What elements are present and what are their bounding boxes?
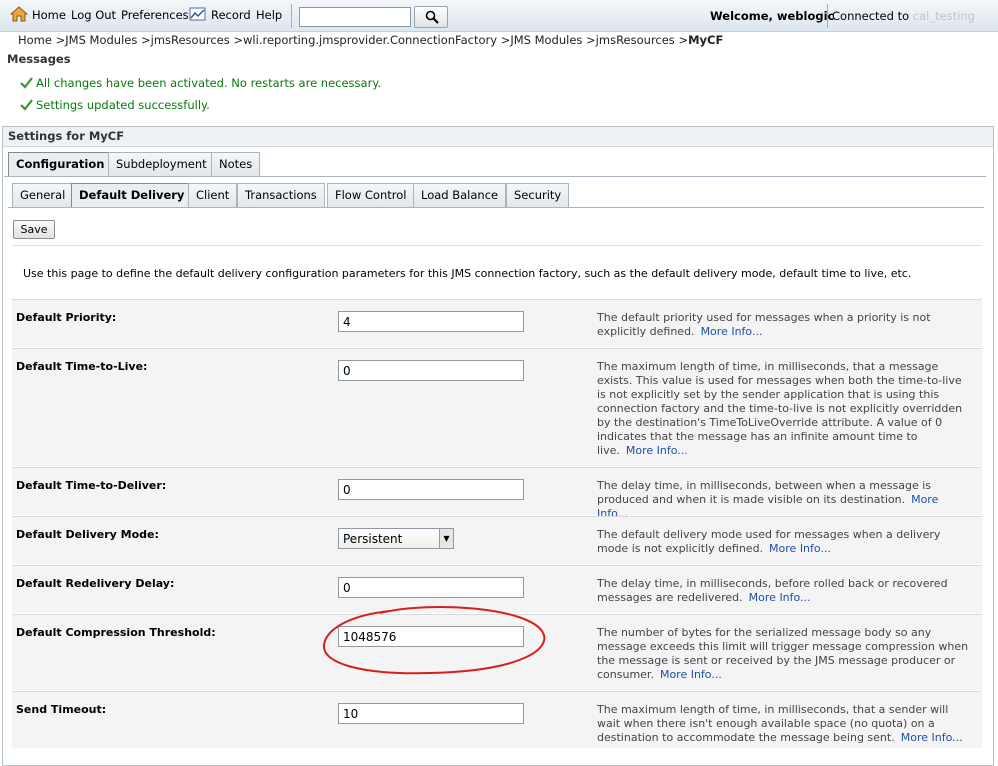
help-link[interactable]: Help	[256, 8, 282, 22]
tab-flow-control[interactable]: Flow Control	[327, 183, 415, 207]
field-help: The delay time, in milliseconds, between…	[597, 479, 972, 521]
record-icon[interactable]	[189, 6, 207, 22]
page-description: Use this page to define the default deli…	[23, 267, 912, 280]
message-text: Settings updated successfully.	[36, 98, 210, 112]
welcome-text: Welcome, weblogic	[710, 9, 835, 23]
tab-client[interactable]: Client	[188, 183, 238, 207]
breadcrumb[interactable]: Home >JMS Modules >jmsResources >wli.rep…	[18, 33, 723, 47]
tab-security[interactable]: Security	[506, 183, 570, 207]
field-label: Default Delivery Mode:	[16, 528, 159, 541]
logout-link[interactable]: Log Out	[71, 8, 116, 22]
search-button[interactable]	[414, 6, 448, 28]
divider	[12, 245, 982, 246]
default-redelivery-delay-input[interactable]: 0	[338, 577, 524, 598]
messages-title: Messages	[7, 52, 71, 66]
field-label: Send Timeout:	[16, 703, 107, 716]
breadcrumb-path[interactable]: Home >JMS Modules >jmsResources >wli.rep…	[18, 33, 688, 47]
breadcrumb-current: MyCF	[688, 33, 724, 47]
save-button[interactable]: Save	[13, 220, 55, 239]
field-row-default-time-to-deliver: Default Time-to-Deliver: 0 The delay tim…	[12, 467, 982, 520]
default-delivery-mode-select[interactable]: Persistent ▼	[338, 528, 454, 549]
field-help: The default delivery mode used for messa…	[597, 528, 972, 556]
home-icon[interactable]	[9, 6, 29, 22]
field-label: Default Redelivery Delay:	[16, 577, 175, 590]
field-label: Default Time-to-Live:	[16, 360, 148, 373]
message-text: All changes have been activated. No rest…	[36, 76, 382, 90]
help-text: The default priority used for messages w…	[597, 311, 931, 338]
more-info-link[interactable]: More Info...	[660, 668, 722, 681]
search-icon	[425, 10, 439, 27]
more-info-link[interactable]: More Info...	[769, 542, 831, 555]
record-link[interactable]: Record	[211, 8, 251, 22]
field-label: Default Time-to-Deliver:	[16, 479, 167, 492]
message-item: All changes have been activated. No rest…	[20, 76, 381, 90]
more-info-link[interactable]: More Info...	[626, 444, 688, 457]
dropdown-arrow-icon[interactable]: ▼	[439, 529, 453, 548]
select-value: Persistent	[343, 532, 403, 546]
connected-text: Connected to cal_testing	[832, 9, 975, 23]
tab-general[interactable]: General	[12, 183, 74, 207]
tab-divider	[4, 176, 986, 177]
field-help: The number of bytes for the serialized m…	[597, 626, 972, 682]
home-link[interactable]: Home	[32, 8, 66, 22]
field-help: The maximum length of time, in milliseco…	[597, 703, 972, 745]
field-help: The delay time, in milliseconds, before …	[597, 577, 972, 605]
field-row-default-priority: Default Priority: 4 The default priority…	[12, 299, 982, 347]
checkmark-icon	[20, 99, 33, 111]
tab-default-delivery[interactable]: Default Delivery	[71, 183, 193, 207]
tab-notes[interactable]: Notes	[211, 152, 261, 176]
default-time-to-deliver-input[interactable]: 0	[338, 479, 524, 500]
field-label: Default Compression Threshold:	[16, 626, 216, 639]
settings-title: Settings for MyCF	[3, 127, 993, 147]
toolbar-divider	[291, 4, 292, 28]
tab-load-balance[interactable]: Load Balance	[413, 183, 507, 207]
help-text: The maximum length of time, in milliseco…	[597, 703, 949, 744]
top-toolbar: Home Log Out Preferences Record Help Wel…	[0, 0, 998, 32]
tab-subdeployment[interactable]: Subdeployment	[108, 152, 215, 176]
default-time-to-live-input[interactable]: 0	[338, 360, 524, 381]
message-item: Settings updated successfully.	[20, 98, 210, 112]
field-row-default-time-to-live: Default Time-to-Live: 0 The maximum leng…	[12, 348, 982, 466]
connected-domain: cal_testing	[912, 9, 975, 23]
more-info-link[interactable]: More Info...	[901, 731, 963, 744]
search-input[interactable]	[299, 7, 411, 27]
field-row-default-delivery-mode: Default Delivery Mode: Persistent ▼ The d…	[12, 516, 982, 564]
checkmark-icon	[20, 77, 33, 89]
more-info-link[interactable]: More Info...	[749, 591, 811, 604]
field-label: Default Priority:	[16, 311, 117, 324]
tab-transactions[interactable]: Transactions	[237, 183, 325, 207]
tab-divider	[8, 207, 984, 208]
connected-prefix: Connected to	[832, 9, 910, 23]
field-help: The default priority used for messages w…	[597, 311, 972, 339]
help-text: The delay time, in milliseconds, between…	[597, 479, 931, 506]
tab-configuration[interactable]: Configuration	[8, 152, 113, 176]
preferences-link[interactable]: Preferences	[121, 8, 189, 22]
field-help: The maximum length of time, in milliseco…	[597, 360, 972, 458]
more-info-link[interactable]: More Info...	[701, 325, 763, 338]
toolbar-divider	[827, 4, 828, 28]
help-text: The maximum length of time, in milliseco…	[597, 360, 963, 457]
send-timeout-input[interactable]: 10	[338, 703, 524, 724]
default-priority-input[interactable]: 4	[338, 311, 524, 332]
field-row-send-timeout: Send Timeout: 10 The maximum length of t…	[12, 691, 982, 748]
highlight-ellipse	[322, 606, 546, 675]
help-text: The number of bytes for the serialized m…	[597, 626, 969, 681]
